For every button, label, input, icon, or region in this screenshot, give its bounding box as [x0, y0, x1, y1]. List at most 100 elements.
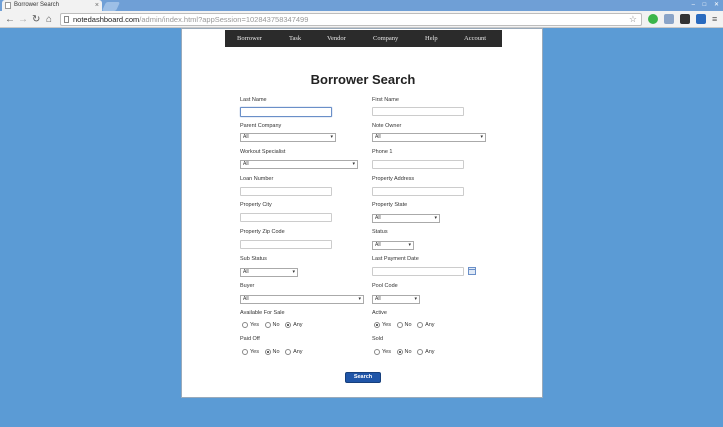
dropdown-arrow-icon: ▾ — [414, 296, 417, 302]
sold-no[interactable]: No — [396, 348, 412, 356]
radio-checked-icon — [374, 322, 380, 328]
property-state-label: Property State — [372, 202, 408, 208]
pool-code-label: Pool Code — [372, 283, 398, 289]
extension-m-icon[interactable] — [696, 14, 706, 24]
radio-icon — [242, 349, 248, 355]
property-address-label: Property Address — [372, 176, 415, 182]
nav-borrower[interactable]: Borrower — [237, 30, 262, 47]
paid-off-any[interactable]: Any — [285, 348, 303, 356]
paid-off-yes[interactable]: Yes — [242, 348, 259, 356]
property-state-value: All — [375, 215, 381, 221]
paid-off-label: Paid Off — [240, 336, 260, 342]
property-state-select[interactable]: All ▾ — [372, 214, 440, 223]
note-owner-select[interactable]: All ▾ — [372, 133, 486, 142]
sold-radios: Yes No Any — [374, 348, 439, 358]
radio-checked-icon — [396, 349, 403, 355]
browser-tab[interactable]: Borrower Search × — [2, 0, 102, 11]
dropdown-arrow-icon: ▾ — [292, 269, 295, 275]
active-radios: Yes No Any — [374, 321, 439, 331]
radio-icon — [285, 349, 292, 355]
dropdown-arrow-icon: ▾ — [330, 134, 333, 140]
url-path: /admin/index.html?appSession=10284375834… — [139, 15, 309, 24]
active-yes[interactable]: Yes — [374, 321, 391, 329]
loan-number-label: Loan Number — [240, 176, 274, 182]
available-for-sale-no[interactable]: No — [264, 321, 280, 329]
extension-layers-icon[interactable] — [680, 14, 690, 24]
buyer-label: Buyer — [240, 283, 255, 289]
available-for-sale-yes[interactable]: Yes — [242, 321, 259, 329]
workout-specialist-label: Workout Specialist — [240, 149, 286, 155]
nav-help[interactable]: Help — [425, 30, 438, 47]
radio-checked-icon — [285, 322, 292, 328]
nav-task[interactable]: Task — [289, 30, 301, 47]
extension-shield-icon[interactable] — [664, 14, 674, 24]
first-name-input[interactable] — [372, 107, 464, 116]
tab-close-icon[interactable]: × — [95, 0, 99, 11]
tab-title: Borrower Search — [14, 2, 60, 8]
last-name-input[interactable] — [240, 107, 332, 117]
radio-icon — [396, 322, 403, 328]
sold-yes[interactable]: Yes — [374, 348, 391, 356]
nav-vendor[interactable]: Vendor — [327, 30, 346, 47]
status-value: All — [375, 242, 381, 248]
loan-number-input[interactable] — [240, 187, 332, 196]
page-panel: Borrower Task Vendor Company Help Accoun… — [181, 28, 543, 398]
last-payment-date-input[interactable] — [372, 267, 464, 276]
note-owner-value: All — [375, 134, 381, 140]
page-title: Borrower Search — [310, 72, 416, 87]
available-for-sale-any[interactable]: Any — [285, 321, 303, 329]
available-for-sale-label: Available For Sale — [240, 310, 285, 316]
property-city-input[interactable] — [240, 213, 332, 222]
nav-account[interactable]: Account — [464, 30, 486, 47]
pool-code-select[interactable]: All ▾ — [372, 295, 420, 304]
available-for-sale-radios: Yes No Any — [242, 321, 307, 331]
dropdown-arrow-icon: ▾ — [408, 242, 411, 248]
address-bar[interactable]: notedashboard.com/admin/index.html?appSe… — [60, 13, 642, 26]
status-label: Status — [372, 229, 388, 235]
bookmark-star-icon[interactable]: ☆ — [629, 14, 637, 25]
extension-green-icon[interactable] — [648, 14, 658, 24]
property-address-input[interactable] — [372, 187, 464, 196]
radio-icon — [417, 322, 424, 328]
status-select[interactable]: All ▾ — [372, 241, 414, 250]
menu-icon[interactable]: ≡ — [712, 13, 717, 26]
window-controls: – □ ✕ — [686, 0, 719, 11]
minimize-icon[interactable]: – — [692, 0, 695, 11]
close-window-icon[interactable]: ✕ — [714, 0, 719, 11]
forward-arrow-icon[interactable]: → — [18, 13, 28, 26]
active-any[interactable]: Any — [417, 321, 435, 329]
parent-company-select[interactable]: All ▾ — [240, 133, 336, 142]
workout-specialist-value: All — [243, 161, 249, 167]
radio-icon — [374, 349, 380, 355]
page-icon — [64, 16, 69, 23]
maximize-icon[interactable]: □ — [703, 0, 707, 11]
url-host: notedashboard.com — [73, 15, 140, 24]
buyer-select[interactable]: All ▾ — [240, 295, 364, 304]
reload-icon[interactable]: ↻ — [32, 13, 40, 26]
parent-company-label: Parent Company — [240, 123, 282, 129]
search-button[interactable]: Search — [345, 372, 381, 383]
radio-icon — [242, 322, 248, 328]
radio-icon — [264, 322, 271, 328]
radio-icon — [417, 349, 424, 355]
calendar-icon[interactable] — [468, 267, 476, 275]
workout-specialist-select[interactable]: All ▾ — [240, 160, 358, 169]
nav-company[interactable]: Company — [373, 30, 398, 47]
top-nav: Borrower Task Vendor Company Help Accoun… — [225, 30, 502, 47]
paid-off-no[interactable]: No — [264, 348, 280, 356]
back-arrow-icon[interactable]: ← — [5, 13, 15, 26]
dropdown-arrow-icon: ▾ — [434, 215, 437, 221]
sold-any[interactable]: Any — [417, 348, 435, 356]
home-icon[interactable]: ⌂ — [46, 13, 52, 26]
parent-company-value: All — [243, 134, 249, 140]
browser-tab-strip: Borrower Search × – □ ✕ — [0, 0, 723, 11]
active-no[interactable]: No — [396, 321, 412, 329]
phone1-input[interactable] — [372, 160, 464, 169]
buyer-value: All — [243, 296, 249, 302]
sub-status-value: All — [243, 269, 249, 275]
property-zip-input[interactable] — [240, 240, 332, 249]
browser-toolbar: ← → ↻ ⌂ notedashboard.com/admin/index.ht… — [0, 11, 723, 28]
sub-status-select[interactable]: All ▾ — [240, 268, 298, 277]
dropdown-arrow-icon: ▾ — [352, 161, 355, 167]
new-tab-button[interactable] — [101, 2, 121, 11]
